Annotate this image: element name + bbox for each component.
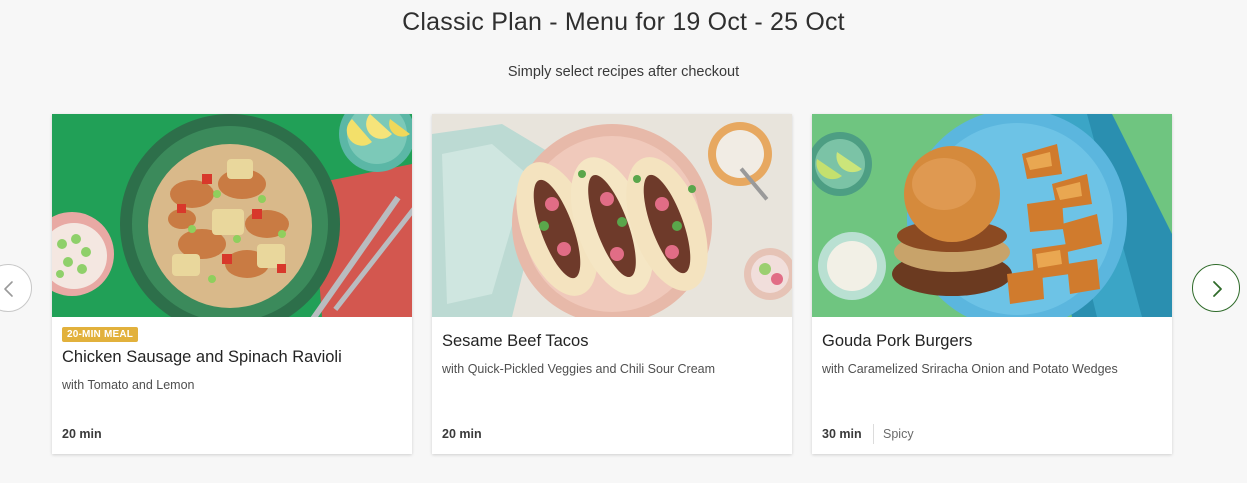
recipe-image-burger — [812, 114, 1172, 317]
recipe-time: 20 min — [62, 427, 102, 441]
carousel-next-button[interactable] — [1192, 264, 1240, 312]
quick-meal-badge: 20-MIN MEAL — [62, 327, 139, 342]
recipe-name[interactable]: Gouda Pork Burgers — [822, 332, 972, 351]
recipe-name[interactable]: Sesame Beef Tacos — [442, 332, 588, 351]
recipe-card[interactable]: Sesame Beef Tacos with Quick-Pickled Veg… — [432, 114, 792, 454]
recipe-time: 30 min — [822, 427, 862, 441]
recipe-name[interactable]: Chicken Sausage and Spinach Ravioli — [62, 348, 342, 367]
recipe-description: with Caramelized Sriracha Onion and Pota… — [822, 362, 1118, 376]
recipe-description: with Tomato and Lemon — [62, 378, 195, 392]
recipe-tag: Spicy — [883, 427, 914, 441]
carousel-prev-button[interactable] — [0, 264, 32, 312]
recipe-image-tacos — [432, 114, 792, 317]
recipe-card[interactable]: Gouda Pork Burgers with Caramelized Srir… — [812, 114, 1172, 454]
page-subtitle: Simply select recipes after checkout — [507, 64, 740, 80]
chevron-right-icon — [1213, 281, 1222, 297]
recipe-image-ravioli — [52, 114, 412, 317]
recipe-time: 20 min — [442, 427, 482, 441]
chevron-left-icon — [4, 281, 13, 297]
recipe-description: with Quick-Pickled Veggies and Chili Sou… — [442, 362, 716, 376]
page-title: Classic Plan - Menu for 19 Oct - 25 Oct — [402, 8, 845, 36]
recipe-card[interactable]: 20-MIN MEAL Chicken Sausage and Spinach … — [52, 114, 412, 454]
tag-divider — [873, 424, 874, 444]
